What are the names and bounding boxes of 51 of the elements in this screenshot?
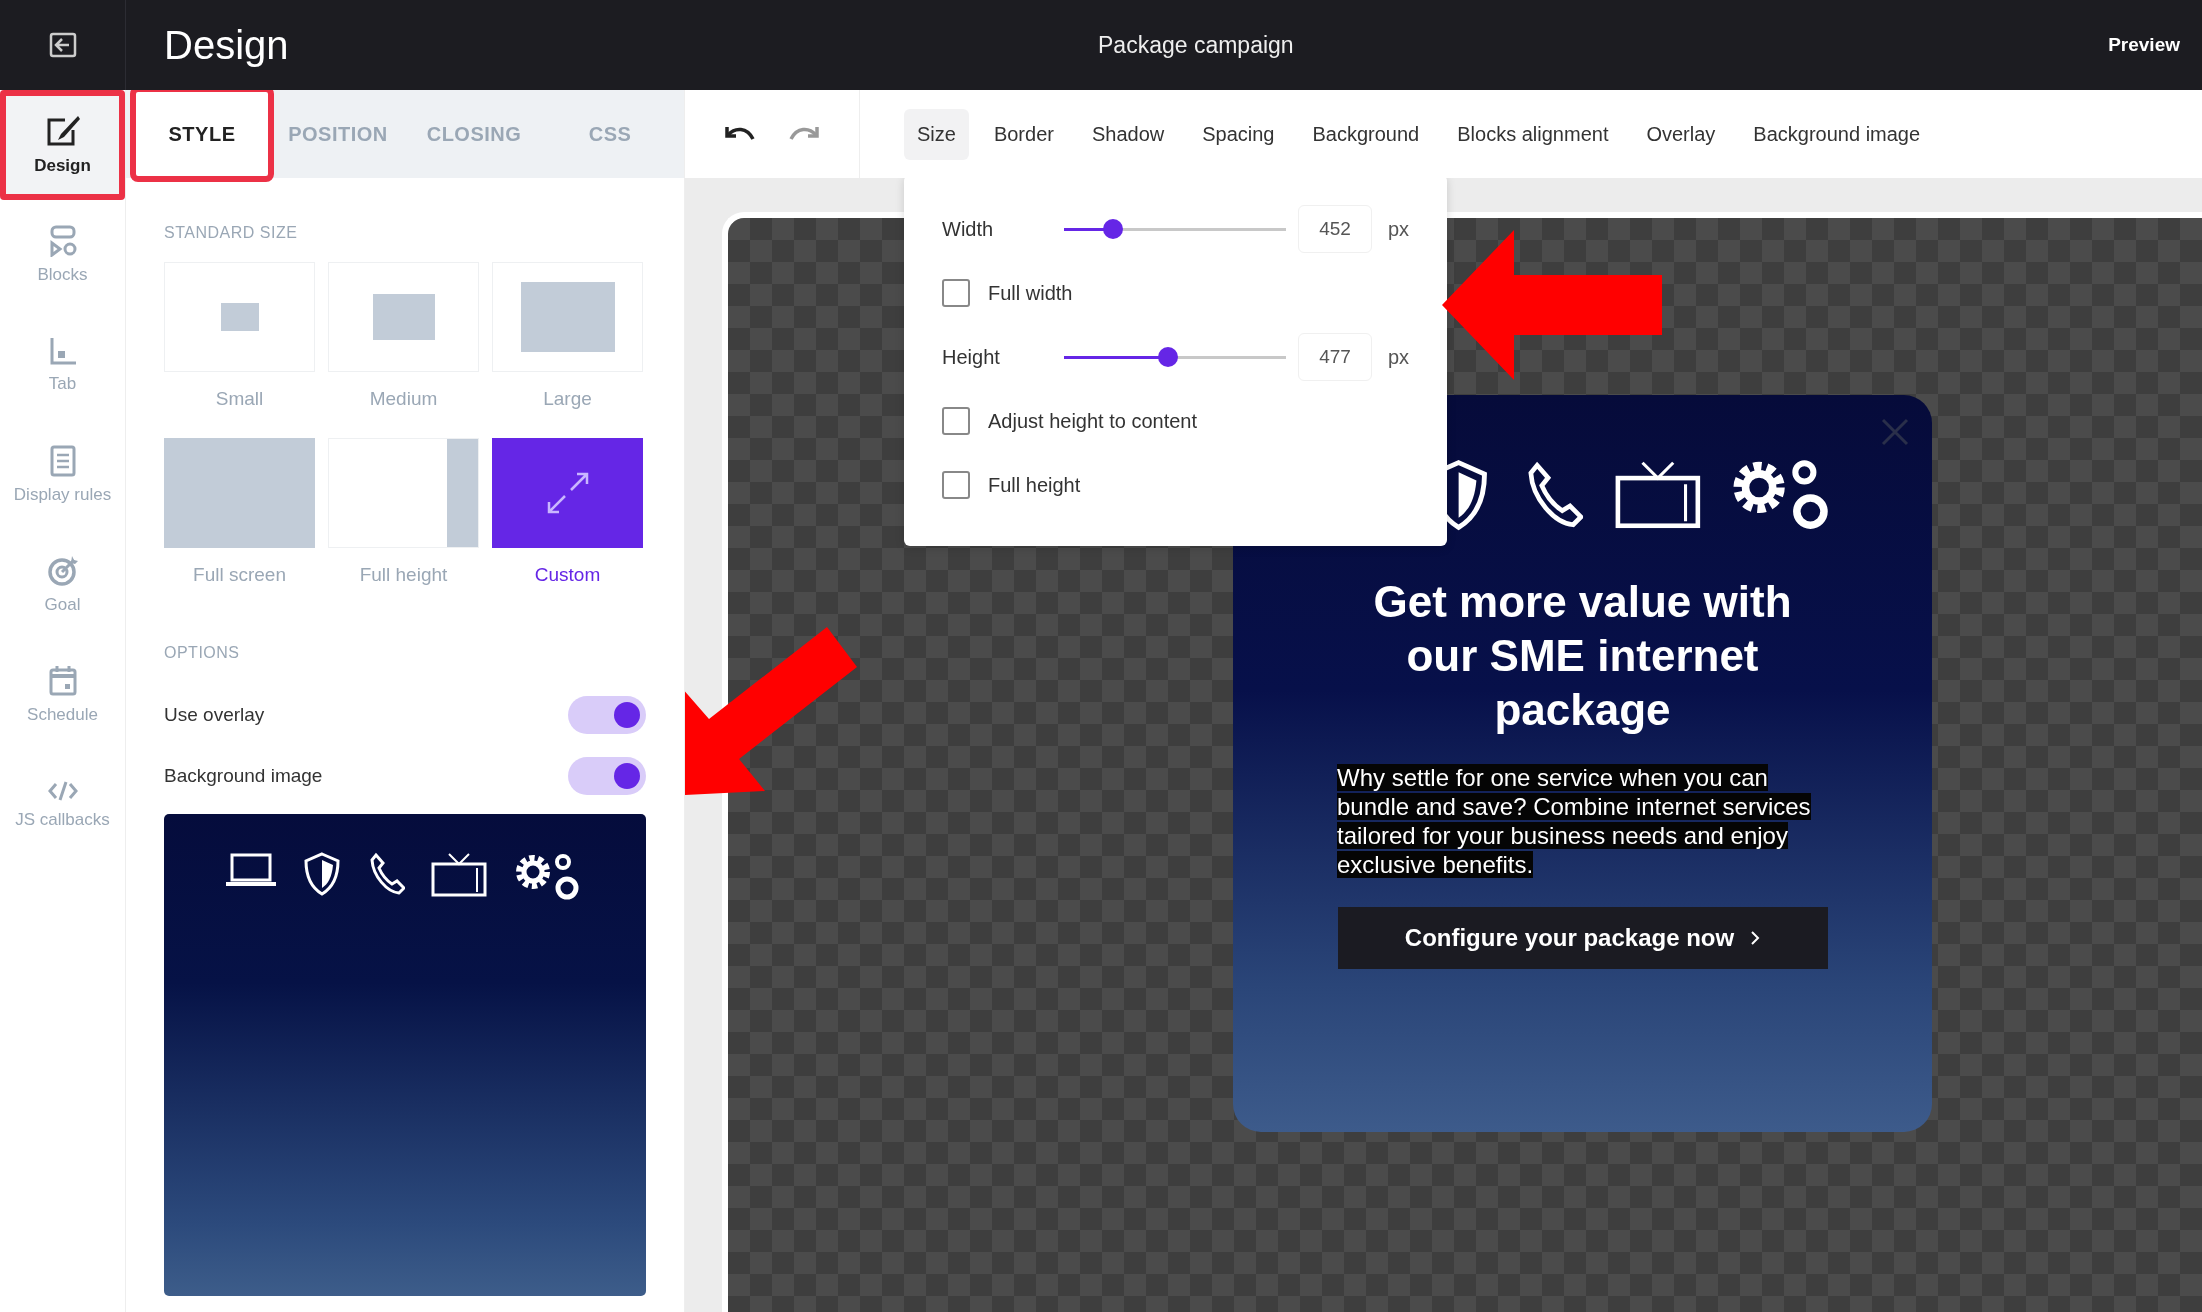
size-option-label: Large <box>543 388 592 410</box>
tv-icon <box>431 852 487 898</box>
chevron-icon <box>1750 930 1761 946</box>
slider-thumb[interactable] <box>1158 346 1179 367</box>
slider-thumb[interactable] <box>1102 218 1123 239</box>
section-heading: OPTIONS <box>164 644 241 662</box>
slider-label: Width <box>942 217 995 241</box>
size-option-label: Small <box>215 388 264 410</box>
page-title: Design <box>164 22 289 68</box>
checkbox[interactable] <box>942 407 970 435</box>
target-icon <box>46 555 79 587</box>
code-icon <box>47 780 78 802</box>
toolbar-tab[interactable]: Background image <box>1740 108 1934 160</box>
toolbar-tab[interactable]: Overlay <box>1633 108 1729 160</box>
size-option-label: Custom <box>534 564 601 586</box>
section-heading: STANDARD SIZE <box>164 224 299 242</box>
rail-item[interactable]: Design <box>0 90 125 200</box>
toolbar-tab[interactable]: Spacing <box>1189 108 1288 160</box>
exit-icon[interactable] <box>47 31 78 59</box>
toggle-switch[interactable] <box>568 695 646 734</box>
number-field[interactable]: 477 <box>1298 333 1372 381</box>
checkbox-label: Full width <box>988 281 1073 305</box>
toggle-label: Background image <box>164 764 323 787</box>
campaign-name: Package campaign <box>1098 31 1294 59</box>
size-option-label: Full height <box>359 564 448 586</box>
document-icon <box>48 445 77 477</box>
laptop-icon <box>225 852 277 888</box>
checkbox[interactable] <box>942 471 970 499</box>
calendar-icon <box>47 665 78 697</box>
toolbar-tab[interactable]: Blocks alignment <box>1444 108 1622 160</box>
preview-link[interactable]: Preview <box>2108 34 2180 56</box>
toolbar-tab[interactable]: Shadow <box>1078 108 1178 160</box>
popup-title: Get more value with our SME internet package <box>1372 576 1793 736</box>
phone-icon <box>367 852 405 896</box>
popup-text: Why settle for one service when you can bundle and save? Combine internet services tailored for your business needs and enjoy exclusive benefits. <box>1337 763 1812 879</box>
toggle-label: Use overlay <box>164 703 265 726</box>
unit-label: px <box>1388 217 1410 241</box>
size-option-label: Full screen <box>193 564 286 586</box>
unit-label: px <box>1388 345 1410 369</box>
checkbox-label: Adjust height to content <box>988 409 1198 433</box>
toggle-switch[interactable] <box>568 756 646 795</box>
shield-icon <box>303 852 341 896</box>
toolbar-tab[interactable]: Border <box>980 108 1067 160</box>
checkbox-label: Full height <box>988 473 1081 497</box>
toolbar-tab[interactable]: Size <box>904 108 969 160</box>
cta-button[interactable]: Configure your package now <box>1337 907 1828 969</box>
size-option-label: Medium <box>369 388 438 410</box>
toolbar-tab[interactable]: Background <box>1299 108 1433 160</box>
number-field[interactable]: 452 <box>1298 205 1372 253</box>
checkbox[interactable] <box>942 279 970 307</box>
slider-label: Height <box>942 345 1001 369</box>
